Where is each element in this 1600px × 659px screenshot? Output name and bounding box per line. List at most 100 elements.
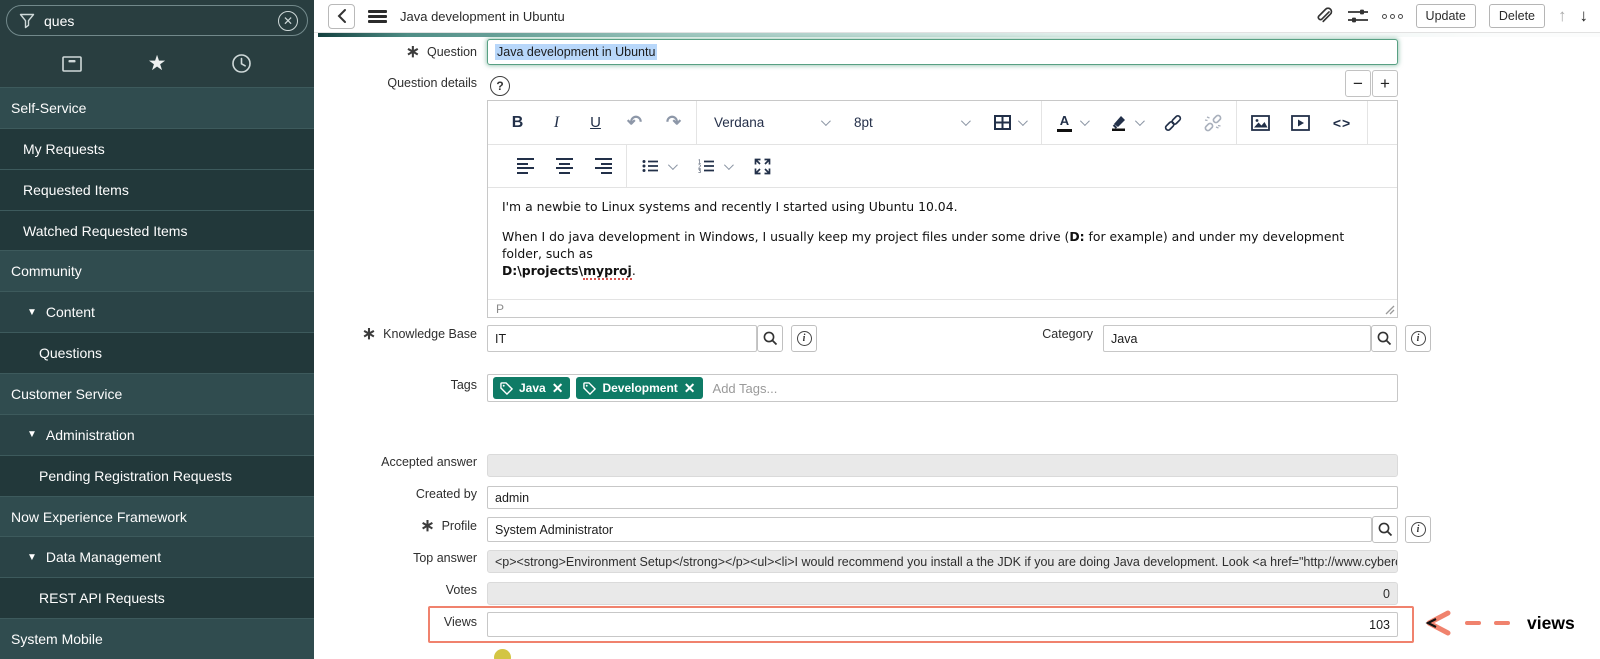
form-accent-bar [318, 33, 1600, 37]
editor-content[interactable]: I'm a newbie to Linux systems and recent… [488, 188, 1397, 299]
tags-label: Tags [314, 378, 477, 392]
form-context-menu-icon[interactable] [368, 10, 387, 23]
resize-handle-icon[interactable] [1385, 305, 1395, 315]
required-icon: ∗ [420, 521, 434, 531]
editor-toolbar-row1: B I U ↶ ↷ Verdana 8pt A [488, 101, 1397, 145]
profile-info-button[interactable]: i [1405, 516, 1431, 543]
sidebar-section-system-mobile[interactable]: System Mobile [0, 618, 314, 659]
profile-lookup-button[interactable] [1372, 516, 1398, 543]
back-button[interactable] [328, 4, 355, 29]
previous-record-icon[interactable]: ↑ [1558, 6, 1567, 26]
table-dropdown[interactable] [980, 107, 1038, 139]
app-window: ques ✕ ★ Self-Service My Requests Reques… [0, 0, 1600, 659]
fullscreen-icon [754, 158, 771, 175]
sidebar-section-community[interactable]: Community [0, 250, 314, 291]
underline-button[interactable]: U [576, 107, 615, 139]
sidebar-item-my-requests[interactable]: My Requests [0, 128, 314, 169]
editor-shrink-button[interactable]: − [1345, 70, 1371, 97]
more-options-button[interactable] [1382, 14, 1403, 19]
font-size-dropdown[interactable]: 8pt [840, 107, 980, 139]
sidebar-item-pending-registration-requests[interactable]: Pending Registration Requests [0, 455, 314, 496]
info-icon: i [797, 331, 812, 346]
fullscreen-button[interactable] [742, 150, 782, 182]
profile-input[interactable]: System Administrator [487, 517, 1372, 542]
highlighter-icon [1110, 114, 1127, 131]
created-by-input[interactable]: admin [487, 486, 1398, 509]
editor-toolbar-row2: 123 [488, 145, 1397, 188]
annotation-dash [1465, 621, 1481, 625]
element-path[interactable]: P [496, 302, 504, 316]
numbered-list-dropdown[interactable]: 123 [686, 150, 742, 182]
info-icon: i [1411, 522, 1426, 537]
italic-button[interactable]: I [537, 107, 576, 139]
top-answer-field: <p><strong>Environment Setup</strong></p… [487, 550, 1398, 573]
form-pane: Java development in Ubuntu Update Delete… [314, 0, 1600, 659]
knowledge-base-lookup-button[interactable] [757, 325, 783, 352]
bullet-list-dropdown[interactable] [630, 150, 686, 182]
chevron-down-icon [1080, 116, 1090, 126]
profile-label: ∗ Profile [314, 519, 477, 533]
tags-input[interactable]: Java ✕ Development ✕ Add Tags... [487, 374, 1398, 402]
sidebar-group-data-management[interactable]: ▼Data Management [0, 536, 314, 577]
sliders-icon [1347, 7, 1369, 25]
star-icon: ★ [148, 53, 167, 74]
attachment-button[interactable] [1313, 6, 1334, 27]
insert-link-button[interactable] [1153, 107, 1193, 139]
collapse-triangle-icon: ▼ [27, 552, 37, 563]
remove-link-button[interactable] [1193, 107, 1233, 139]
category-info-button[interactable]: i [1405, 325, 1431, 352]
sidebar-section-customer-service[interactable]: Customer Service [0, 373, 314, 414]
insert-image-button[interactable] [1240, 107, 1280, 139]
required-icon: ∗ [406, 47, 420, 57]
required-icon: ∗ [362, 329, 376, 339]
selected-text: Java development in Ubuntu [495, 44, 657, 60]
align-left-icon [517, 158, 534, 174]
sidebar-group-content[interactable]: ▼Content [0, 291, 314, 332]
redo-button[interactable]: ↷ [654, 107, 693, 139]
align-left-button[interactable] [506, 150, 545, 182]
tab-all-applications[interactable] [42, 54, 102, 74]
align-center-button[interactable] [545, 150, 584, 182]
funnel-icon [19, 13, 35, 29]
sidebar-item-questions[interactable]: Questions [0, 332, 314, 373]
sidebar-item-watched-requested-items[interactable]: Watched Requested Items [0, 210, 314, 251]
tab-history[interactable] [212, 53, 272, 74]
personalize-form-button[interactable] [1347, 7, 1369, 25]
editor-grow-button[interactable]: + [1372, 70, 1398, 97]
question-input[interactable]: Java development in Ubuntu [487, 39, 1398, 65]
font-family-dropdown[interactable]: Verdana [700, 107, 840, 139]
navigator-filter-input[interactable]: ques ✕ [6, 5, 308, 36]
text-color-dropdown[interactable]: A [1045, 107, 1099, 139]
undo-button[interactable]: ↶ [615, 107, 654, 139]
tag-chip[interactable]: Java ✕ [493, 377, 570, 399]
sidebar-section-now-experience-framework[interactable]: Now Experience Framework [0, 496, 314, 537]
category-input[interactable]: Java [1103, 325, 1371, 352]
sidebar-group-administration[interactable]: ▼Administration [0, 414, 314, 455]
align-right-button[interactable] [584, 150, 623, 182]
sidebar-section-self-service[interactable]: Self-Service [0, 87, 314, 128]
sidebar-item-rest-api-requests[interactable]: REST API Requests [0, 577, 314, 618]
remove-tag-icon[interactable]: ✕ [684, 381, 696, 395]
bold-button[interactable]: B [498, 107, 537, 139]
source-code-button[interactable]: <> [1320, 107, 1364, 139]
help-icon[interactable]: ? [490, 76, 510, 96]
delete-button[interactable]: Delete [1489, 4, 1545, 28]
sidebar-item-requested-items[interactable]: Requested Items [0, 169, 314, 210]
tag-chip[interactable]: Development ✕ [576, 377, 702, 399]
tab-favorites[interactable]: ★ [127, 53, 187, 74]
partial-icon [494, 649, 511, 659]
remove-tag-icon[interactable]: ✕ [552, 381, 564, 395]
update-button[interactable]: Update [1416, 4, 1476, 28]
knowledge-base-input[interactable]: IT [487, 325, 757, 352]
text-color-icon: A [1057, 114, 1072, 132]
paragraph: I'm a newbie to Linux systems and recent… [502, 198, 1383, 215]
clear-filter-icon[interactable]: ✕ [278, 11, 298, 31]
accepted-answer-field [487, 454, 1398, 477]
knowledge-base-info-button[interactable]: i [791, 325, 817, 352]
views-input[interactable]: 103 [487, 612, 1398, 637]
votes-label: Votes [314, 583, 477, 597]
next-record-icon[interactable]: ↓ [1580, 6, 1589, 26]
insert-video-button[interactable] [1280, 107, 1320, 139]
highlight-color-dropdown[interactable] [1099, 107, 1153, 139]
category-lookup-button[interactable] [1371, 325, 1397, 352]
